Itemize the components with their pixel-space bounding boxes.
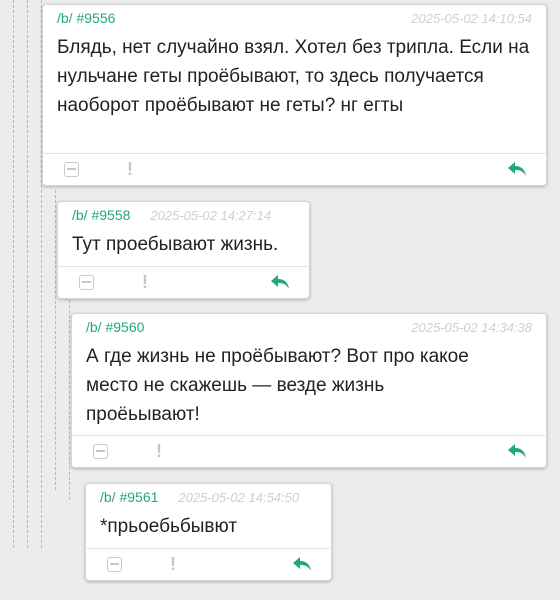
post-date: 2025-05-02 14:34:38 bbox=[411, 319, 532, 335]
thread-line bbox=[69, 300, 70, 500]
exclamation-icon[interactable]: ! bbox=[127, 160, 133, 178]
exclamation-icon[interactable]: ! bbox=[142, 273, 148, 291]
post-text: *прьоебьбывют bbox=[100, 516, 238, 537]
post-date: 2025-05-02 14:54:50 bbox=[178, 489, 300, 505]
exclamation-icon[interactable]: ! bbox=[170, 555, 176, 573]
post-footer: ! bbox=[86, 548, 331, 580]
thread-line bbox=[13, 0, 14, 548]
reply-arrow-icon[interactable] bbox=[506, 442, 528, 460]
post-header: /b/ #9561 2025-05-02 14:54:50 bbox=[86, 484, 331, 510]
post-card: /b/ #9556 2025-05-02 14:10:54 Блядь, нет… bbox=[42, 4, 547, 186]
post-card: /b/ #9560 2025-05-02 14:34:38 А где жизн… bbox=[71, 313, 547, 468]
thread-line bbox=[55, 190, 56, 490]
exclamation-icon[interactable]: ! bbox=[156, 442, 162, 460]
post-header: /b/ #9556 2025-05-02 14:10:54 bbox=[43, 5, 546, 31]
post-card: /b/ #9561 2025-05-02 14:54:50 *прьоебьбы… bbox=[85, 483, 332, 581]
minus-square-icon[interactable] bbox=[79, 275, 94, 290]
reply-arrow-icon[interactable] bbox=[291, 555, 313, 573]
post-date: 2025-05-02 14:27:14 bbox=[150, 207, 272, 223]
reply-arrow-icon[interactable] bbox=[269, 273, 291, 291]
reply-arrow-icon[interactable] bbox=[506, 160, 528, 178]
post-date: 2025-05-02 14:10:54 bbox=[411, 10, 532, 26]
minus-square-icon[interactable] bbox=[107, 557, 122, 572]
minus-square-icon[interactable] bbox=[64, 162, 79, 177]
post-footer: ! bbox=[58, 266, 309, 298]
post-header: /b/ #9560 2025-05-02 14:34:38 bbox=[72, 314, 546, 340]
post-id-link[interactable]: /b/ #9560 bbox=[86, 319, 144, 335]
post-id-link[interactable]: /b/ #9561 bbox=[100, 489, 158, 505]
post-card: /b/ #9558 2025-05-02 14:27:14 Тут проебы… bbox=[57, 201, 310, 299]
post-text: Блядь, нет случайно взял. Хотел без трип… bbox=[57, 37, 530, 116]
thread-line bbox=[27, 0, 28, 548]
post-id-link[interactable]: /b/ #9556 bbox=[57, 10, 115, 26]
post-text: Тут проебывают жизнь. bbox=[72, 234, 279, 255]
minus-square-icon[interactable] bbox=[93, 444, 108, 459]
post-footer: ! bbox=[43, 153, 546, 185]
post-header: /b/ #9558 2025-05-02 14:27:14 bbox=[58, 202, 309, 228]
post-footer: ! bbox=[72, 435, 546, 467]
post-text: А где жизнь не проёбывают? Вот про какое… bbox=[86, 346, 469, 425]
post-id-link[interactable]: /b/ #9558 bbox=[72, 207, 130, 223]
